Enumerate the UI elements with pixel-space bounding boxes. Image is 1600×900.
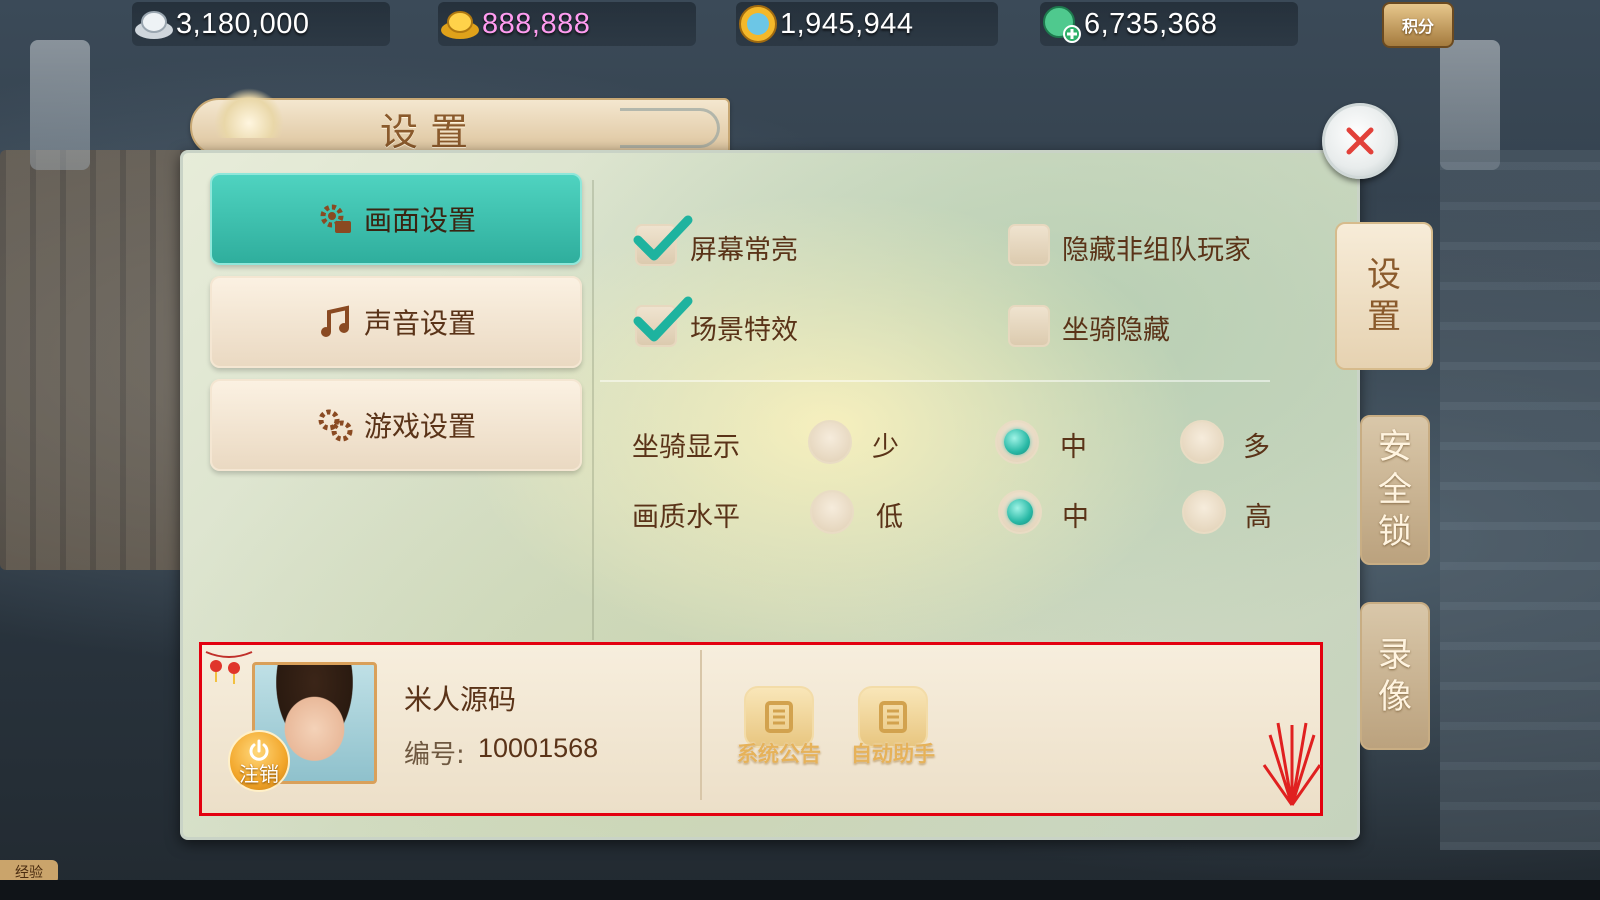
currency-jade[interactable]: 6,735,368 bbox=[1040, 2, 1298, 46]
background-shelf bbox=[0, 150, 195, 570]
tab-game-settings[interactable]: 游戏设置 bbox=[210, 379, 582, 471]
background-wall bbox=[1440, 150, 1600, 850]
side-tab-char: 全 bbox=[1378, 469, 1412, 510]
checkbox-label: 隐藏非组队玩家 bbox=[1062, 235, 1251, 266]
tab-label: 游戏设置 bbox=[363, 410, 476, 443]
radio-option-label: 中 bbox=[1060, 432, 1087, 463]
points-button[interactable]: 积分 bbox=[1382, 2, 1454, 48]
side-tab-security-lock[interactable]: 安 全 锁 bbox=[1360, 415, 1430, 565]
player-id-label: 编号: bbox=[404, 740, 465, 770]
radio-group-label: 坐骑显示 bbox=[632, 432, 740, 463]
side-tab-char: 录 bbox=[1378, 634, 1412, 675]
radio-group-label: 画质水平 bbox=[632, 502, 740, 533]
side-tab-replay[interactable]: 录 像 bbox=[1360, 602, 1430, 750]
side-tab-char: 置 bbox=[1367, 297, 1401, 337]
checkbox-label: 场景特效 bbox=[690, 315, 798, 346]
firework-icon bbox=[1262, 722, 1322, 806]
footer-button-label: 系统公告 bbox=[737, 742, 821, 766]
close-icon bbox=[1346, 127, 1374, 155]
currency-gold-value: 888,888 bbox=[482, 7, 591, 40]
gold-ingot-icon bbox=[438, 4, 482, 44]
radio-quality-medium[interactable] bbox=[998, 490, 1042, 534]
currency-gold[interactable]: 888,888 bbox=[438, 2, 696, 46]
points-label: 积分 bbox=[1401, 17, 1434, 36]
radio-option-label: 高 bbox=[1245, 502, 1272, 533]
background-pillar bbox=[30, 40, 90, 170]
side-tab-settings[interactable]: 设 置 bbox=[1335, 222, 1433, 370]
close-button[interactable] bbox=[1322, 103, 1398, 179]
panel-divider bbox=[592, 180, 594, 640]
radio-mount-many[interactable] bbox=[1180, 420, 1224, 464]
coin-icon bbox=[736, 4, 780, 44]
lantern-icon bbox=[205, 651, 253, 684]
currency-coin-value: 1,945,944 bbox=[780, 7, 914, 40]
logout-button[interactable]: 注销 bbox=[228, 730, 290, 792]
currency-jade-value: 6,735,368 bbox=[1084, 7, 1218, 40]
radio-quality-low[interactable] bbox=[810, 490, 854, 534]
bottom-strip bbox=[0, 880, 1600, 900]
currency-silver-value: 3,180,000 bbox=[176, 7, 310, 40]
currency-bar: 3,180,000 888,888 1,945,944 6,735,368 积分 bbox=[0, 0, 1600, 50]
dialog-title: 设置 bbox=[380, 110, 481, 154]
player-id-value: 10001568 bbox=[478, 733, 599, 763]
radio-quality-high[interactable] bbox=[1182, 490, 1226, 534]
tab-label: 声音设置 bbox=[363, 307, 476, 340]
scroll-ornament bbox=[620, 108, 720, 148]
radio-option-label: 少 bbox=[872, 432, 899, 463]
player-name: 米人源码 bbox=[404, 683, 517, 716]
tab-sound-settings[interactable]: 声音设置 bbox=[210, 276, 582, 368]
footer-button-label: 自动助手 bbox=[851, 742, 935, 766]
silver-icon bbox=[132, 4, 176, 44]
radio-mount-medium[interactable] bbox=[995, 420, 1039, 464]
music-note-icon bbox=[316, 303, 354, 341]
checkbox-label: 坐骑隐藏 bbox=[1062, 315, 1170, 346]
radio-option-label: 中 bbox=[1062, 502, 1089, 533]
side-tab-char: 锁 bbox=[1378, 512, 1412, 553]
side-tab-char: 设 bbox=[1367, 254, 1401, 295]
checkmark-icon bbox=[633, 296, 693, 342]
side-tab-char: 安 bbox=[1378, 427, 1412, 468]
side-tab-char: 像 bbox=[1378, 677, 1412, 717]
checkbox-label: 屏幕常亮 bbox=[690, 235, 798, 266]
auto-assistant-button[interactable]: 自动助手 bbox=[846, 686, 940, 772]
radio-option-label: 低 bbox=[876, 502, 903, 533]
logout-label: 注销 bbox=[239, 762, 279, 786]
currency-silver[interactable]: 3,180,000 bbox=[132, 2, 390, 46]
checkbox-hide-mount[interactable] bbox=[1008, 305, 1050, 347]
section-divider bbox=[600, 380, 1270, 382]
tab-label: 画面设置 bbox=[363, 204, 476, 237]
gear-icon bbox=[316, 200, 354, 238]
jade-icon bbox=[1040, 4, 1084, 44]
system-announcement-button[interactable]: 系统公告 bbox=[732, 686, 826, 772]
checkbox-hide-non-team-players[interactable] bbox=[1008, 224, 1050, 266]
tab-display-settings[interactable]: 画面设置 bbox=[210, 173, 582, 265]
gears-icon bbox=[316, 406, 354, 444]
power-icon bbox=[249, 739, 269, 761]
radio-mount-few[interactable] bbox=[808, 420, 852, 464]
footer-divider bbox=[700, 650, 702, 800]
radio-option-label: 多 bbox=[1243, 432, 1270, 463]
currency-coin[interactable]: 1,945,944 bbox=[736, 2, 998, 46]
checkmark-icon bbox=[633, 215, 693, 261]
lotus-icon bbox=[214, 88, 284, 138]
